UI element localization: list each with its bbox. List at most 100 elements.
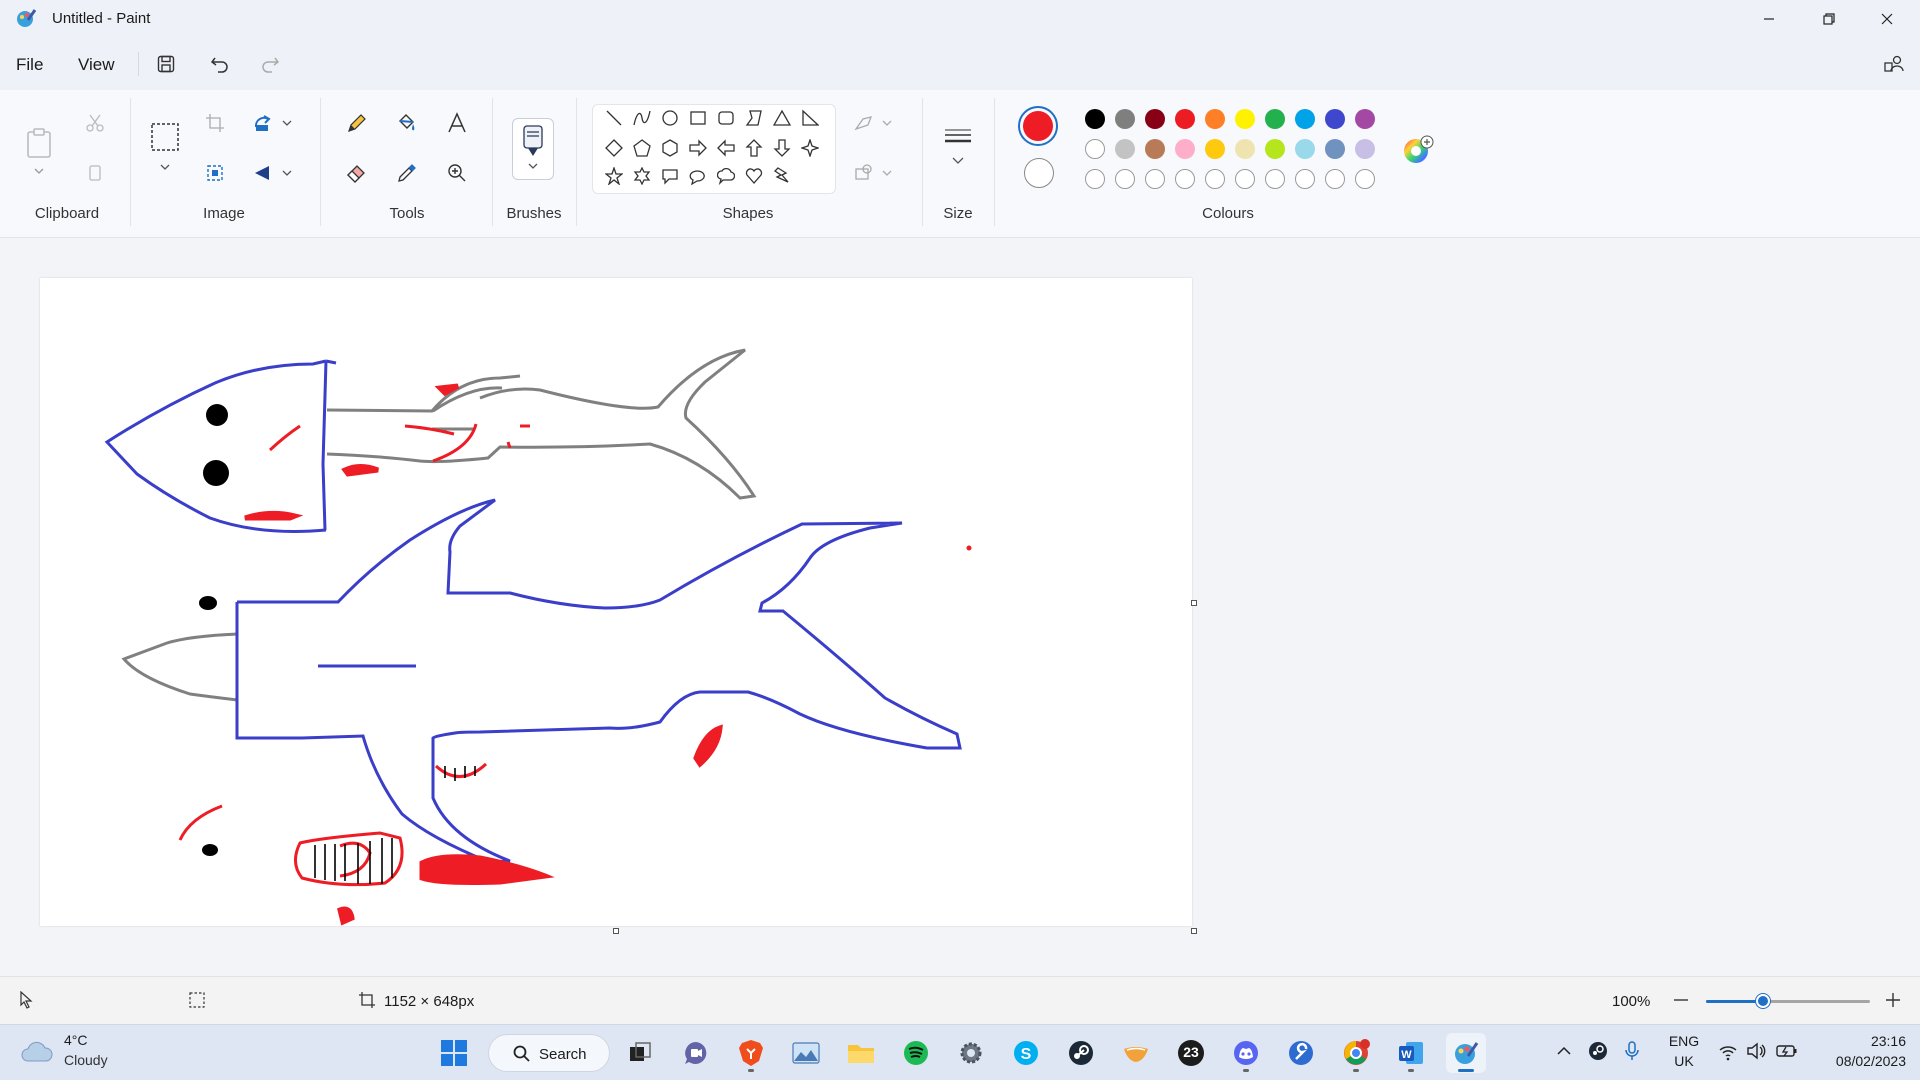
cut-button[interactable]: [78, 106, 112, 140]
down-arrow-shape[interactable]: [769, 135, 795, 161]
palette-swatch[interactable]: [1265, 139, 1285, 159]
eraser-tool[interactable]: [340, 156, 374, 190]
resize-handle-right[interactable]: [1191, 600, 1197, 606]
palette-swatch[interactable]: [1295, 109, 1315, 129]
rectangle-shape[interactable]: [685, 105, 711, 131]
microphone-tray-icon[interactable]: [1624, 1041, 1640, 1061]
palette-swatch[interactable]: [1175, 109, 1195, 129]
clock-time[interactable]: 23:16: [1812, 1033, 1906, 1049]
redo-button[interactable]: [252, 48, 288, 80]
palette-swatch[interactable]: [1295, 139, 1315, 159]
rect-callout-shape[interactable]: [657, 163, 683, 189]
brave-browser-button[interactable]: [731, 1033, 771, 1073]
zoom-slider[interactable]: [1706, 994, 1870, 1008]
start-button[interactable]: [434, 1033, 474, 1073]
custom-colour-slot[interactable]: [1115, 169, 1135, 189]
heart-shape[interactable]: [741, 163, 767, 189]
triangle-shape[interactable]: [769, 105, 795, 131]
custom-colour-slot[interactable]: [1355, 169, 1375, 189]
language-label[interactable]: ENG: [1664, 1033, 1704, 1049]
pencil-tool[interactable]: [340, 106, 374, 140]
color-picker-tool[interactable]: [390, 156, 424, 190]
zoom-level[interactable]: 100%: [1612, 993, 1650, 1010]
brushes-button[interactable]: [512, 118, 554, 180]
network-icon[interactable]: [1718, 1043, 1738, 1061]
rotate-button[interactable]: [250, 106, 296, 140]
resize-handle-bottom[interactable]: [613, 928, 619, 934]
custom-colour-slot[interactable]: [1175, 169, 1195, 189]
palette-swatch[interactable]: [1145, 109, 1165, 129]
edit-colours-button[interactable]: [1402, 134, 1434, 166]
custom-colour-slot[interactable]: [1295, 169, 1315, 189]
size-button[interactable]: [940, 120, 976, 180]
skype-button[interactable]: S: [1006, 1033, 1046, 1073]
lightning-shape[interactable]: [769, 163, 795, 189]
zoom-slider-thumb[interactable]: [1756, 994, 1771, 1008]
magnifier-tool[interactable]: [440, 156, 474, 190]
left-arrow-shape[interactable]: [713, 135, 739, 161]
palette-swatch[interactable]: [1085, 109, 1105, 129]
tools-app-button[interactable]: [1281, 1033, 1321, 1073]
custom-colour-slot[interactable]: [1145, 169, 1165, 189]
flip-button[interactable]: [250, 156, 296, 190]
zoom-in-button[interactable]: [1884, 989, 1902, 1011]
drawing-canvas[interactable]: [40, 278, 1192, 926]
app-button-bowl[interactable]: [1116, 1033, 1156, 1073]
outline-button[interactable]: [850, 106, 896, 140]
six-point-star-shape[interactable]: [629, 163, 655, 189]
palette-swatch[interactable]: [1235, 139, 1255, 159]
custom-colour-slot[interactable]: [1205, 169, 1225, 189]
right-triangle-shape[interactable]: [797, 105, 823, 131]
secondary-color-button[interactable]: [1024, 158, 1054, 188]
copy-button[interactable]: [78, 156, 112, 190]
crop-button[interactable]: [198, 106, 232, 140]
palette-swatch[interactable]: [1355, 109, 1375, 129]
oval-shape[interactable]: [657, 105, 683, 131]
taskbar-search[interactable]: Search: [488, 1034, 610, 1072]
paint-taskbar-button[interactable]: [1446, 1033, 1486, 1073]
four-point-star-shape[interactable]: [797, 135, 823, 161]
save-button[interactable]: [148, 48, 184, 80]
task-view-button[interactable]: [620, 1033, 660, 1073]
teams-chat-button[interactable]: [676, 1033, 716, 1073]
steam-button[interactable]: [1061, 1033, 1101, 1073]
fill-tool[interactable]: [390, 106, 424, 140]
palette-swatch[interactable]: [1115, 109, 1135, 129]
palette-swatch[interactable]: [1085, 139, 1105, 159]
undo-button[interactable]: [202, 48, 238, 80]
battery-icon[interactable]: [1776, 1042, 1798, 1060]
discord-button[interactable]: [1226, 1033, 1266, 1073]
menu-file[interactable]: File: [16, 55, 43, 75]
palette-swatch[interactable]: [1115, 139, 1135, 159]
resize-handle-corner[interactable]: [1191, 928, 1197, 934]
restore-button[interactable]: [1800, 0, 1858, 38]
palette-swatch[interactable]: [1355, 139, 1375, 159]
custom-colour-slot[interactable]: [1265, 169, 1285, 189]
word-button[interactable]: W: [1391, 1033, 1431, 1073]
fill-style-button[interactable]: [850, 156, 896, 190]
five-point-star-shape[interactable]: [601, 163, 627, 189]
chrome-button[interactable]: [1336, 1033, 1376, 1073]
palette-swatch[interactable]: [1235, 109, 1255, 129]
share-button[interactable]: [1876, 48, 1912, 80]
palette-swatch[interactable]: [1265, 109, 1285, 129]
primary-color-button[interactable]: [1018, 106, 1058, 146]
rounded-rectangle-shape[interactable]: [713, 105, 739, 131]
custom-colour-slot[interactable]: [1085, 169, 1105, 189]
resize-button[interactable]: [198, 156, 232, 190]
weather-widget[interactable]: [20, 1039, 54, 1065]
minimize-button[interactable]: [1740, 0, 1798, 38]
diamond-shape[interactable]: [601, 135, 627, 161]
file-explorer-button[interactable]: [841, 1033, 881, 1073]
photos-button[interactable]: [786, 1033, 826, 1073]
cloud-callout-shape[interactable]: [713, 163, 739, 189]
polygon-shape[interactable]: [741, 105, 767, 131]
palette-swatch[interactable]: [1325, 139, 1345, 159]
menu-view[interactable]: View: [78, 55, 115, 75]
palette-swatch[interactable]: [1145, 139, 1165, 159]
settings-button[interactable]: [951, 1033, 991, 1073]
palette-swatch[interactable]: [1205, 109, 1225, 129]
volume-icon[interactable]: [1746, 1042, 1766, 1060]
zoom-out-button[interactable]: [1672, 989, 1690, 1011]
custom-colour-slot[interactable]: [1235, 169, 1255, 189]
